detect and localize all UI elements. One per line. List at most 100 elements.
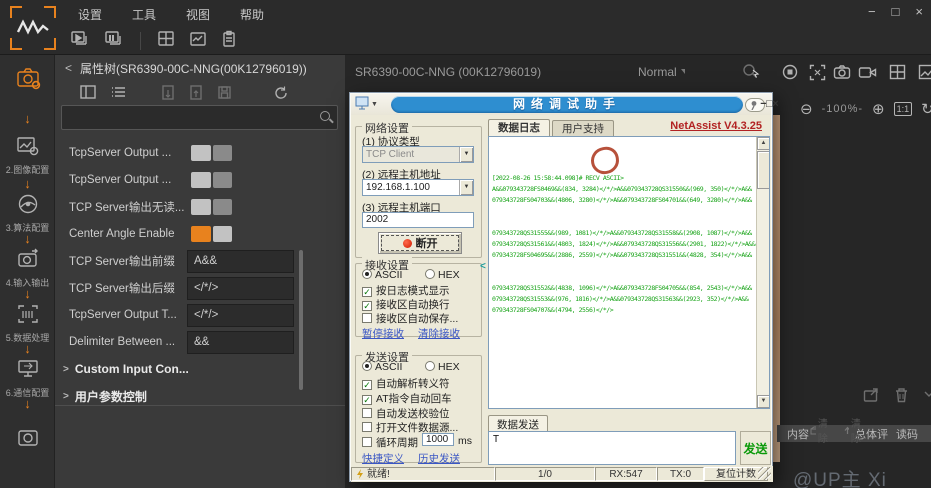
prop-value-input[interactable]: </*/> [187, 277, 294, 300]
column-content[interactable]: 内容 [787, 426, 809, 442]
mode-select[interactable]: Normal [638, 65, 685, 79]
auto-checksum-checkbox[interactable]: 自动发送校验位 [362, 406, 450, 421]
disconnect-button[interactable]: 断开 [378, 232, 462, 254]
remote-port-input[interactable]: 2002 [362, 212, 474, 228]
region-select-button[interactable] [806, 61, 828, 83]
scroll-up-icon[interactable]: ▲ [757, 137, 770, 150]
layout-grid-icon[interactable] [157, 30, 175, 53]
application-window: 设置 工具 视图 帮助 − □ × ↓ 2.图像配置 ↓ [0, 0, 931, 488]
dialog-app-icon[interactable] [355, 96, 370, 113]
auto-save-checkbox[interactable]: 接收区自动保存... [362, 311, 458, 326]
scroll-down-icon[interactable]: ▼ [757, 395, 770, 408]
zoom-out-button[interactable]: ⊖ [800, 100, 813, 118]
step-communication-config[interactable]: 6.通信配置 [0, 358, 55, 399]
import-config-icon[interactable] [157, 81, 179, 103]
confirm-dropdown-icon[interactable] [923, 387, 931, 408]
start-acquisition-icon[interactable] [70, 30, 90, 53]
back-button[interactable]: < [65, 61, 72, 75]
log-mode-checkbox[interactable]: ✓按日志模式显示 [362, 283, 450, 298]
cycle-checkbox[interactable]: 循环周期 [362, 435, 418, 450]
trash-icon[interactable] [894, 387, 909, 408]
toggle-switch[interactable] [191, 145, 232, 161]
pause-receive-link[interactable]: 暂停接收 [362, 326, 404, 341]
log-scrollbar[interactable]: ▲ ▼ [756, 137, 769, 408]
chart-window-icon[interactable] [189, 30, 207, 53]
prop-label: TcpServer Output ... [69, 174, 187, 186]
auto-wrap-checkbox[interactable]: ✓接收区自动换行 [362, 297, 450, 312]
prop-value-input[interactable]: A&& [187, 250, 294, 273]
at-return-checkbox[interactable]: ✓AT指令自动回车 [362, 391, 452, 406]
window-minimize-button[interactable]: − [868, 4, 876, 19]
step-algorithm-config[interactable]: 3.算法配置 [0, 193, 55, 234]
send-ascii-radio[interactable]: ASCII [362, 361, 402, 373]
step-input-output[interactable]: 4.输入输出 [0, 248, 55, 289]
expand-chevron-icon: > [63, 391, 69, 402]
toggle-switch[interactable] [191, 226, 232, 242]
panel-toggle-icon[interactable] [77, 81, 99, 103]
tab-user-support[interactable]: 用户支持 [552, 120, 614, 136]
refresh-icon[interactable] [269, 81, 291, 103]
step-data-processing[interactable]: 5.数据处理 [0, 303, 55, 344]
export-icon[interactable] [863, 387, 880, 408]
dialog-close-button[interactable]: × [769, 98, 782, 111]
prop-value-input[interactable]: </*/> [187, 304, 294, 327]
send-hex-radio[interactable]: HEX [425, 361, 460, 373]
menu-settings[interactable]: 设置 [78, 6, 102, 26]
search-input[interactable] [68, 108, 308, 127]
history-send-link[interactable]: 历史发送 [418, 451, 460, 466]
status-count: 1/0 [495, 467, 595, 481]
collapse-panel-handle[interactable]: < [480, 261, 486, 272]
tab-data-log[interactable]: 数据日志 [488, 119, 550, 136]
export-config-icon[interactable] [185, 81, 207, 103]
recv-ascii-radio[interactable]: ASCII [362, 269, 402, 281]
rotate-button[interactable]: ↻ [921, 100, 931, 118]
step-image-config[interactable]: 2.图像配置 [0, 135, 55, 176]
parse-escape-checkbox[interactable]: ✓自动解析转义符 [362, 376, 450, 391]
step-camera-connect[interactable] [0, 63, 55, 98]
zoom-in-button[interactable]: ⊕ [872, 100, 885, 118]
titlebar-menu-caret[interactable]: ▼ [371, 101, 378, 108]
prop-label: TCP Server输出后缀 [69, 280, 187, 296]
image-view-button[interactable] [915, 61, 931, 83]
tree-list-icon[interactable] [107, 81, 129, 103]
dialog-titlebar[interactable]: ▼ 网络调试助手 − □ × [351, 94, 771, 115]
column-read-code[interactable]: 读码 [896, 426, 918, 442]
clear-receive-link[interactable]: 清除接收 [418, 326, 460, 341]
shortcut-define-link[interactable]: 快捷定义 [362, 451, 404, 466]
menu-tools[interactable]: 工具 [132, 6, 156, 26]
toggle-switch[interactable] [191, 199, 232, 215]
step-next-partial[interactable] [0, 427, 55, 454]
scroll-thumb[interactable] [757, 151, 770, 189]
pause-acquisition-icon[interactable] [104, 30, 124, 53]
record-video-button[interactable] [856, 61, 878, 83]
window-close-button[interactable]: × [915, 4, 923, 19]
save-config-icon[interactable] [213, 81, 235, 103]
clear-history-button[interactable]: 清除 [843, 415, 864, 445]
record-button[interactable] [779, 61, 801, 83]
combo-dropdown-icon[interactable]: ▼ [459, 180, 473, 195]
clear-send-button[interactable]: 清除 [810, 415, 831, 445]
recv-hex-radio[interactable]: HEX [425, 269, 460, 281]
remote-host-select[interactable]: 192.168.1.100▼ [362, 179, 474, 196]
dialog-title: 网络调试助手 [391, 96, 743, 113]
data-log-view[interactable]: [2022-08-26 15:58:44.098]# RECV ASCII>A&… [488, 136, 770, 409]
device-tab[interactable]: SR6390-00C-NNG (00K12796019) [355, 65, 541, 79]
window-maximize-button[interactable]: □ [892, 4, 900, 19]
send-data-input[interactable]: T [488, 431, 736, 465]
send-button[interactable]: 发送 [740, 431, 771, 465]
actual-size-button[interactable]: 1:1 [894, 102, 913, 116]
log-clipboard-icon[interactable] [221, 30, 237, 53]
snapshot-button[interactable] [831, 61, 853, 83]
window-layout-button[interactable] [886, 61, 908, 83]
combo-dropdown-icon[interactable]: ▼ [459, 147, 473, 162]
prop-value-input[interactable]: && [187, 331, 294, 354]
toggle-switch[interactable] [191, 172, 232, 188]
menu-help[interactable]: 帮助 [240, 6, 264, 26]
resize-grip[interactable] [758, 467, 771, 480]
cycle-period-input[interactable]: 1000 [422, 433, 454, 446]
find-cursor-icon[interactable] [740, 61, 762, 83]
protocol-type-select[interactable]: TCP Client▼ [362, 146, 474, 163]
menu-view[interactable]: 视图 [186, 6, 210, 26]
property-scrollbar[interactable] [299, 250, 303, 390]
zoom-level: -100%- [822, 103, 863, 115]
